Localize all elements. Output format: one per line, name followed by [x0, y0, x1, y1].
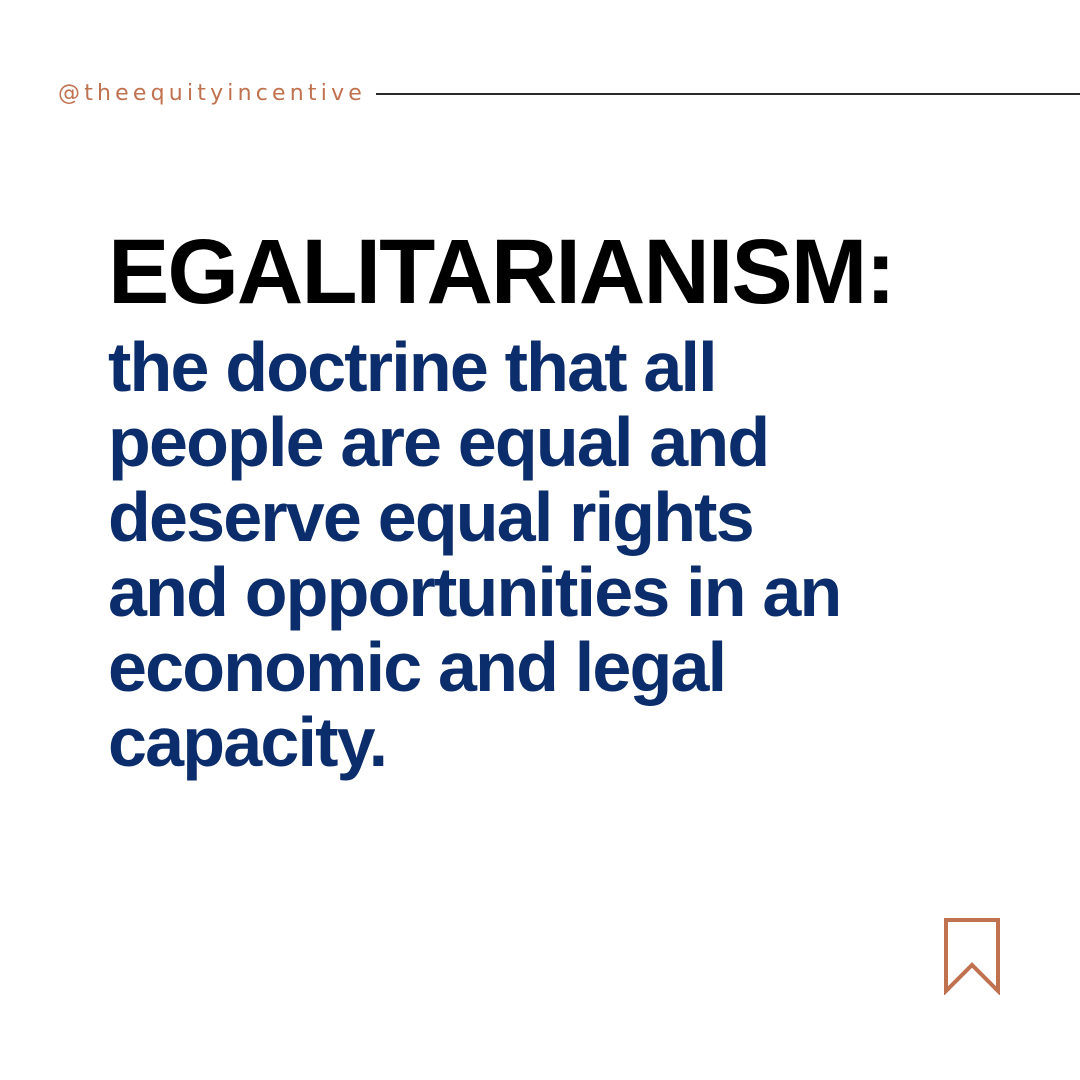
header-divider	[376, 93, 1080, 95]
account-handle: @theequityincentive	[58, 81, 367, 106]
definition-line: economic and legal	[108, 628, 727, 706]
definition-line: the doctrine that all	[108, 328, 718, 406]
definition-line: people are equal and	[108, 403, 770, 481]
handle-row: @theequityincentive	[58, 78, 1080, 110]
bookmark-icon[interactable]	[943, 917, 1001, 995]
term-heading: EGALITARIANISM:	[108, 221, 896, 323]
definition-line: and opportunities in an	[108, 553, 842, 631]
definition-text: the doctrine that all people are equal a…	[108, 330, 1048, 780]
definition-line: deserve equal rights	[108, 478, 755, 556]
post-canvas: { "header": { "handle": "@theequityincen…	[0, 0, 1080, 1080]
definition-line: capacity.	[108, 703, 388, 781]
